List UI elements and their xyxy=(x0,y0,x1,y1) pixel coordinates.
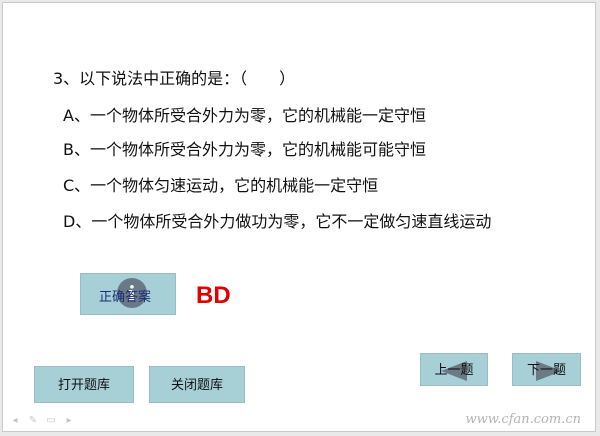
option-c: C、一个物体匀速运动，它的机械能一定守恒 xyxy=(63,176,379,195)
next-question-button[interactable]: 下一题 xyxy=(512,353,581,386)
show-answer-button[interactable]: i 正确答案 xyxy=(80,273,176,315)
next-question-label: 下一题 xyxy=(526,363,566,378)
previous-question-label: 上一题 xyxy=(434,363,474,378)
arrow-left-icon[interactable]: ◂ xyxy=(9,415,21,427)
option-d: D、一个物体所受合外力做功为零，它不一定做匀速直线运动 xyxy=(63,212,492,231)
close-question-bank-button[interactable]: 关闭题库 xyxy=(149,366,245,403)
show-answer-label: 正确答案 xyxy=(99,290,152,305)
arrow-right-icon[interactable]: ▸ xyxy=(63,415,75,427)
menu-icon[interactable]: ▭ xyxy=(45,415,57,427)
answer-text: BD xyxy=(196,282,231,309)
open-question-bank-button[interactable]: 打开题库 xyxy=(34,366,134,403)
pen-icon[interactable]: ✎ xyxy=(27,415,39,427)
option-a: A、一个物体所受合外力为零，它的机械能一定守恒 xyxy=(63,106,426,125)
previous-question-button[interactable]: 上一题 xyxy=(420,353,488,386)
option-b: B、一个物体所受合外力为零，它的机械能可能守恒 xyxy=(63,140,426,159)
slide: 3、以下说法中正确的是：（ ） A、一个物体所受合外力为零，它的机械能一定守恒 … xyxy=(2,2,596,432)
close-question-bank-label: 关闭题库 xyxy=(170,378,223,393)
question-text: 3、以下说法中正确的是：（ ） xyxy=(53,69,296,88)
watermark: www.cfan.com.cn xyxy=(465,412,581,427)
open-question-bank-label: 打开题库 xyxy=(57,378,110,393)
slideshow-toolbar: ◂ ✎ ▭ ▸ xyxy=(9,415,75,429)
